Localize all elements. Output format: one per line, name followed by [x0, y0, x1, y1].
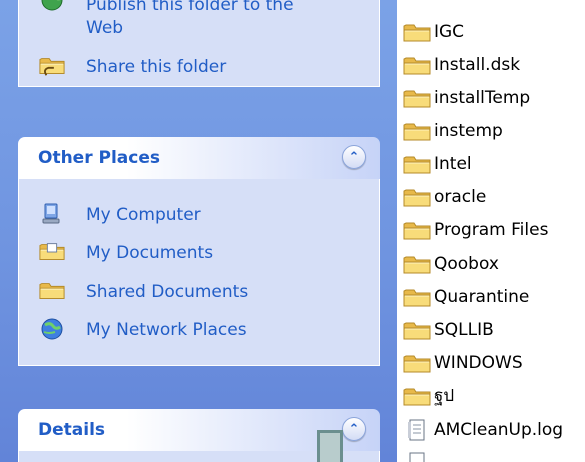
folder-icon: [403, 289, 431, 306]
folder-icon: [403, 156, 431, 173]
other-places-panel: Other Places ⌃ My Computer My Documents …: [18, 137, 380, 367]
folder-icon: [403, 388, 431, 405]
folder-icon: [403, 57, 431, 74]
file-item[interactable]: installTemp: [402, 81, 530, 114]
file-list: IGC Install.dsk installTemp instemp Inte…: [397, 0, 585, 462]
other-places-header[interactable]: Other Places ⌃: [18, 137, 380, 179]
task-publish-label: Publish this folder to the: [86, 0, 294, 15]
file-folder-tasks-panel: Publish this folder to the Web Share thi…: [18, 0, 380, 88]
file-item[interactable]: instemp: [402, 114, 503, 147]
task-publish-label-line2: Web: [86, 18, 124, 38]
place-my-computer-label: My Computer: [86, 204, 201, 225]
place-my-documents-label: My Documents: [86, 242, 214, 263]
file-item[interactable]: IGC: [402, 15, 464, 48]
folder-icon: [39, 279, 65, 303]
details-title: Details: [38, 420, 106, 440]
file-icon: [409, 452, 425, 462]
place-shared-documents-label: Shared Documents: [86, 281, 249, 302]
task-share-folder[interactable]: Share this folder: [19, 47, 379, 86]
my-documents-icon: [39, 240, 65, 264]
collapse-chevron-icon[interactable]: ⌃: [342, 145, 366, 169]
folder-icon: [403, 24, 431, 41]
place-network-places-label: My Network Places: [86, 319, 247, 340]
task-pane: Publish this folder to the Web Share thi…: [0, 0, 397, 462]
file-item[interactable]: ฐป: [402, 379, 454, 412]
globe-upload-icon: [39, 0, 65, 12]
share-folder-icon: [39, 54, 65, 78]
file-item[interactable]: Qoobox: [402, 247, 499, 280]
place-my-computer[interactable]: My Computer: [19, 195, 379, 234]
folder-icon: [403, 123, 431, 140]
place-shared-documents[interactable]: Shared Documents: [19, 272, 379, 311]
collapse-chevron-icon[interactable]: ⌃: [342, 417, 366, 441]
other-places-body: My Computer My Documents Shared Document…: [18, 179, 380, 366]
folder-icon: [403, 189, 431, 206]
file-item-partial[interactable]: [402, 446, 432, 462]
task-share-label: Share this folder: [86, 56, 227, 77]
file-item[interactable]: Intel: [402, 147, 472, 180]
file-item[interactable]: AMCleanUp.log: [402, 413, 563, 446]
folder-icon: [403, 355, 431, 372]
task-publish-folder[interactable]: Publish this folder to the Web: [19, 0, 379, 38]
drag-handle[interactable]: [317, 430, 343, 462]
other-places-title: Other Places: [38, 148, 160, 168]
folder-icon: [403, 90, 431, 107]
file-item[interactable]: Quarantine: [402, 280, 529, 313]
folder-icon: [403, 222, 431, 239]
file-item[interactable]: SQLLIB: [402, 313, 494, 346]
file-item[interactable]: oracle: [402, 180, 486, 213]
my-computer-icon: [39, 202, 65, 226]
network-places-icon: [39, 317, 65, 341]
file-item[interactable]: Program Files: [402, 213, 548, 246]
file-item[interactable]: Install.dsk: [402, 48, 520, 81]
place-my-documents[interactable]: My Documents: [19, 233, 379, 272]
place-network-places[interactable]: My Network Places: [19, 310, 379, 349]
log-file-icon: [408, 419, 425, 440]
file-item[interactable]: WINDOWS: [402, 346, 523, 379]
folder-icon: [403, 322, 431, 339]
folder-icon: [403, 256, 431, 273]
